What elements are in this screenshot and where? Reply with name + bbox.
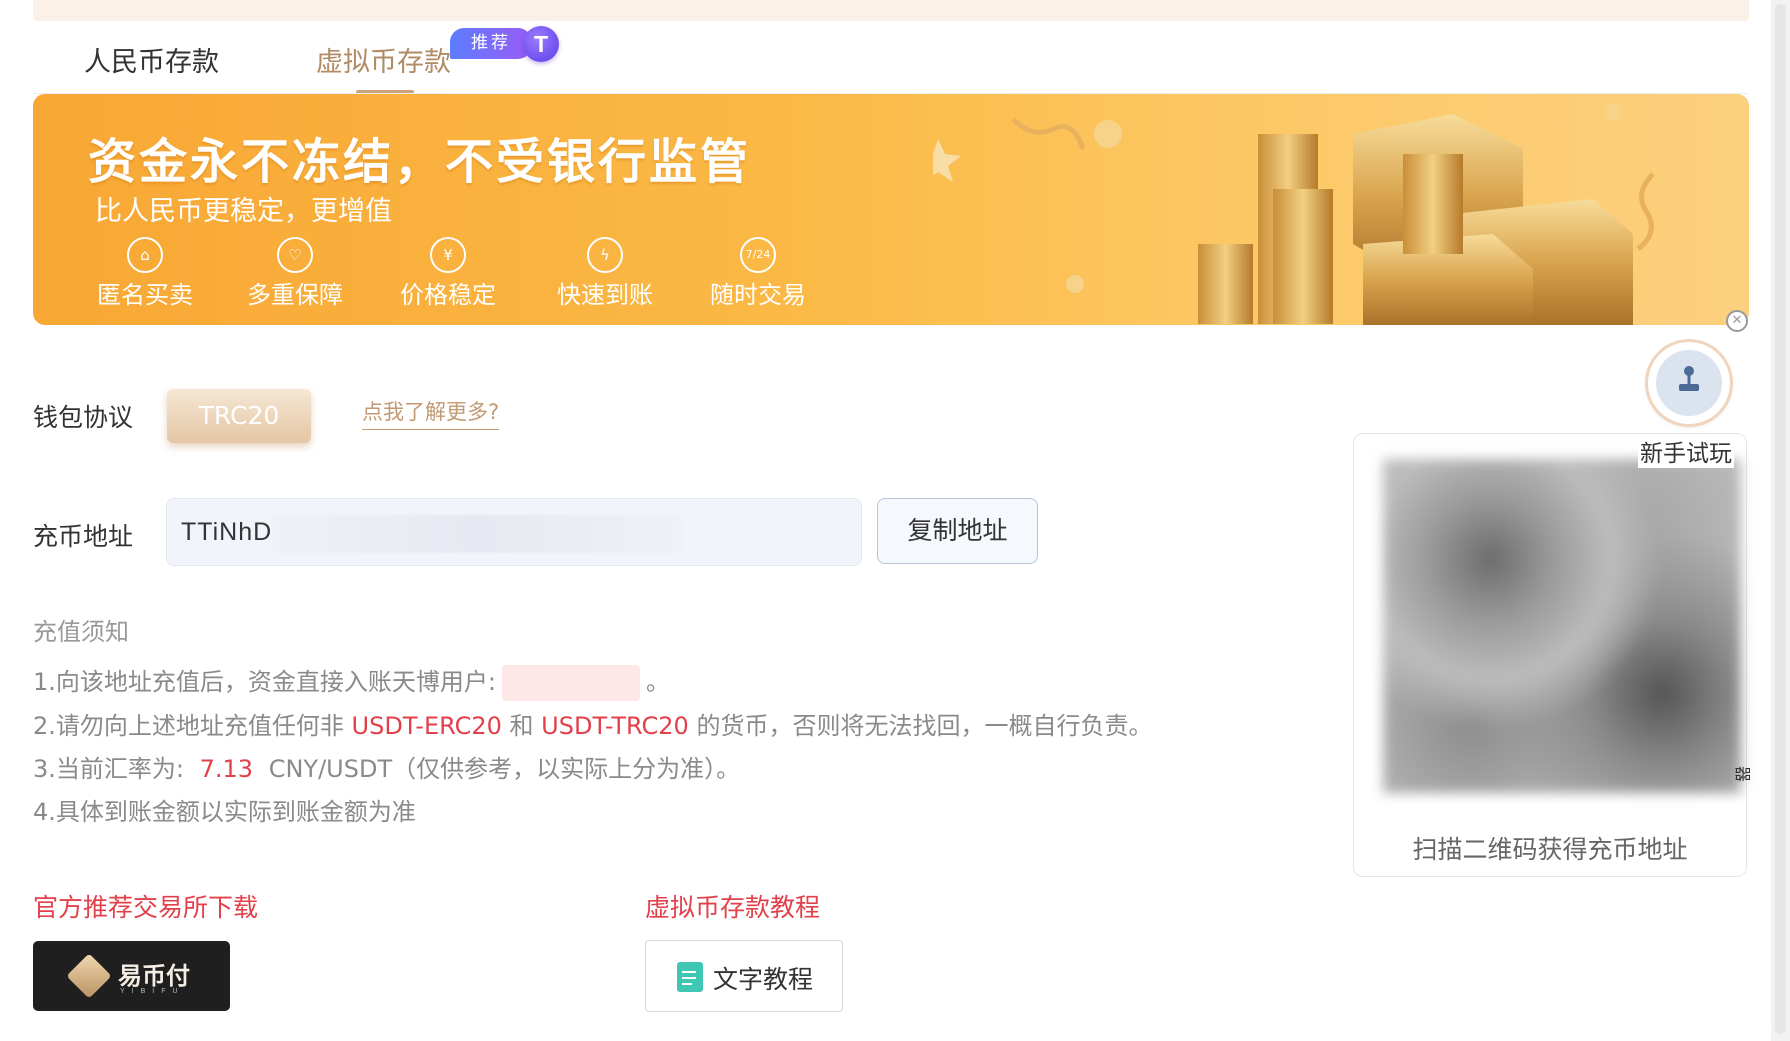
tether-icon: T bbox=[523, 26, 559, 62]
notice-line-3: 3.当前汇率为: 7.13 CNY/USDT（仅供参考，以实际上分为准）。 bbox=[33, 749, 740, 784]
feature-protection: ♡ 多重保障 bbox=[235, 237, 355, 310]
yen-icon: ¥ bbox=[430, 237, 466, 273]
banner-title: 资金永不冻结，不受银行监管 bbox=[88, 134, 752, 190]
notice-text: 2.请勿向上述地址充值任何非 bbox=[33, 712, 344, 740]
feature-label: 多重保障 bbox=[247, 281, 343, 309]
copy-address-button[interactable]: 复制地址 bbox=[877, 498, 1038, 564]
usdt-trc20-label: USDT-TRC20 bbox=[541, 712, 689, 740]
tab-rmb-deposit[interactable]: 人民币存款 bbox=[84, 40, 219, 79]
feature-stable-price: ¥ 价格稳定 bbox=[388, 237, 508, 310]
feature-label: 随时交易 bbox=[710, 281, 806, 309]
notice-text: CNY/USDT（仅供参考，以实际上分为准）。 bbox=[268, 755, 741, 783]
lightning-icon: ϟ bbox=[587, 237, 623, 273]
feature-label: 快速到账 bbox=[557, 281, 653, 309]
feature-anytime-trade: 7/24 随时交易 bbox=[698, 237, 818, 310]
notice-text: 。 bbox=[645, 668, 670, 696]
clock-24-icon: 7/24 bbox=[740, 237, 776, 273]
address-redacted bbox=[272, 515, 682, 553]
notice-title: 充值须知 bbox=[33, 618, 129, 646]
banner-close-icon[interactable]: ✕ bbox=[1726, 310, 1748, 332]
protocol-trc20-button[interactable]: TRC20 bbox=[167, 389, 311, 443]
banner-subtitle: 比人民币更稳定，更增值 bbox=[95, 196, 392, 227]
usdt-erc20-label: USDT-ERC20 bbox=[351, 712, 502, 740]
exchange-download-title: 官方推荐交易所下载 bbox=[33, 893, 259, 922]
username-redacted bbox=[501, 665, 640, 701]
top-strip bbox=[33, 0, 1749, 21]
deposit-address-label: 充币地址 bbox=[33, 522, 134, 551]
notice-text: 的货币，否则将无法找回，一概自行负责。 bbox=[696, 712, 1153, 740]
joystick-icon bbox=[1679, 366, 1699, 391]
qr-code-image bbox=[1383, 459, 1741, 793]
trial-play-label[interactable]: 新手试玩 bbox=[1638, 434, 1734, 468]
notice-text: 和 bbox=[509, 712, 534, 740]
wallet-protocol-label: 钱包协议 bbox=[33, 403, 134, 432]
document-icon bbox=[677, 962, 703, 992]
text-tutorial-label: 文字教程 bbox=[713, 965, 814, 994]
notice-line-2: 2.请勿向上述地址充值任何非 USDT-ERC20 和 USDT-TRC20 的… bbox=[33, 706, 1152, 741]
notice-text: 3.当前汇率为: bbox=[33, 755, 184, 783]
tutorial-title: 虚拟币存款教程 bbox=[645, 893, 821, 922]
feature-anonymous: ⌂ 匿名买卖 bbox=[85, 237, 205, 310]
side-widget-label[interactable]: 器 bbox=[1732, 766, 1756, 782]
tab-crypto-deposit[interactable]: 虚拟币存款 bbox=[316, 40, 451, 79]
deposit-address-value: TTiNhD bbox=[181, 518, 273, 546]
shield-icon: ♡ bbox=[277, 237, 313, 273]
scrollbar-thumb[interactable] bbox=[1775, 4, 1786, 1034]
learn-more-link[interactable]: 点我了解更多? bbox=[362, 396, 500, 430]
gold-bars-illustration bbox=[933, 104, 1655, 325]
feature-fast-arrival: ϟ 快速到账 bbox=[545, 237, 665, 310]
feature-label: 价格稳定 bbox=[400, 281, 496, 309]
feature-label: 匿名买卖 bbox=[97, 281, 193, 309]
hat-icon: ⌂ bbox=[127, 237, 163, 273]
notice-line-1: 1.向该地址充值后，资金直接入账天博用户: 。 bbox=[33, 662, 670, 701]
yibifu-name: 易币付 bbox=[118, 962, 190, 990]
exchange-rate-value: 7.13 bbox=[199, 755, 254, 783]
qr-caption: 扫描二维码获得充币地址 bbox=[1412, 835, 1688, 864]
yibifu-subtitle: YIBIFU bbox=[120, 988, 185, 995]
recommend-badge: 推荐 bbox=[450, 28, 532, 59]
notice-text: 1.向该地址充值后，资金直接入账天博用户: bbox=[33, 668, 496, 696]
notice-line-4: 4.具体到账金额以实际到账金额为准 bbox=[33, 798, 416, 826]
promo-banner[interactable]: 资金永不冻结，不受银行监管 比人民币更稳定，更增值 ⌂ 匿名买卖 ♡ 多重保障 … bbox=[33, 94, 1749, 325]
